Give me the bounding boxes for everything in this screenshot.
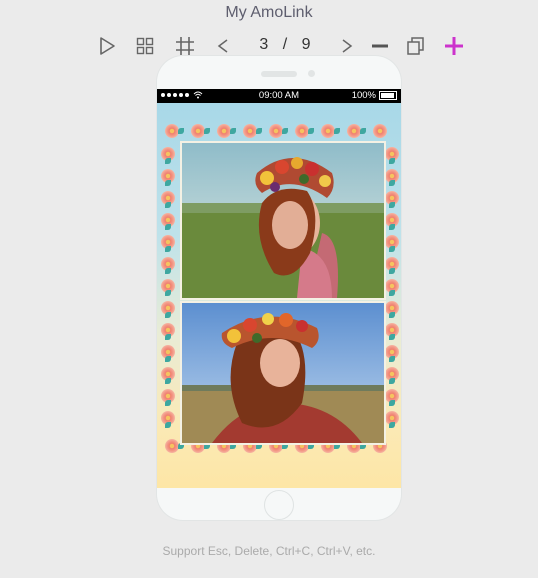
photo-girl-flower-crown-1[interactable] — [180, 141, 386, 300]
leaf-decoration — [389, 158, 395, 164]
home-button — [264, 490, 294, 520]
leaf-decoration — [389, 290, 395, 296]
minus-icon — [372, 44, 388, 48]
flower-decoration — [165, 124, 179, 138]
flower-decoration — [295, 124, 309, 138]
chevron-right-icon — [342, 39, 353, 53]
flower-decoration — [243, 124, 257, 138]
leaf-decoration — [308, 128, 314, 134]
shortcut-hint: Support Esc, Delete, Ctrl+C, Ctrl+V, etc… — [162, 544, 376, 558]
leaf-decoration — [389, 378, 395, 384]
leaf-decoration — [178, 128, 184, 134]
flower-decoration — [347, 124, 361, 138]
leaf-decoration — [389, 334, 395, 340]
flower-decoration — [269, 124, 283, 138]
page-indicator: 3 / 9 — [255, 36, 315, 54]
leaf-decoration — [389, 224, 395, 230]
leaf-decoration — [165, 202, 171, 208]
battery-icon — [379, 91, 397, 100]
battery-percent: 100% — [351, 90, 376, 101]
phone-camera — [308, 70, 315, 77]
flower-decoration — [321, 124, 335, 138]
leaf-decoration — [165, 312, 171, 318]
photo-girl-flower-crown-2[interactable] — [180, 301, 386, 445]
flower-decoration — [191, 124, 205, 138]
chevron-left-icon — [217, 39, 228, 53]
leaf-decoration — [334, 128, 340, 134]
remove-page-button[interactable] — [369, 34, 391, 58]
add-page-button[interactable] — [443, 34, 465, 58]
flower-decoration — [165, 439, 179, 453]
leaf-decoration — [165, 268, 171, 274]
play-button[interactable] — [95, 34, 119, 58]
leaf-decoration — [230, 128, 236, 134]
leaf-decoration — [389, 312, 395, 318]
flower-decoration — [373, 124, 387, 138]
leaf-decoration — [165, 422, 171, 428]
page-separator: / — [282, 36, 288, 53]
leaf-decoration — [165, 400, 171, 406]
app-title: My AmoLink — [225, 4, 313, 21]
leaf-decoration — [165, 334, 171, 340]
phone-speaker — [261, 71, 297, 77]
layout-grid-button[interactable] — [173, 34, 197, 58]
phone-screen[interactable]: 09:00 AM 100% — [157, 89, 401, 488]
leaf-decoration — [165, 246, 171, 252]
hash-grid-icon — [176, 37, 194, 55]
next-page-button[interactable] — [337, 34, 357, 58]
leaf-decoration — [389, 268, 395, 274]
leaf-decoration — [389, 180, 395, 186]
previous-page-button[interactable] — [213, 34, 233, 58]
leaf-decoration — [165, 158, 171, 164]
page-canvas[interactable] — [157, 103, 401, 488]
current-page: 3 — [259, 36, 269, 53]
leaf-decoration — [389, 356, 395, 362]
leaf-decoration — [165, 290, 171, 296]
leaf-decoration — [389, 422, 395, 428]
toolbar: 3 / 9 — [95, 34, 465, 58]
leaf-decoration — [360, 128, 366, 134]
leaf-decoration — [256, 128, 262, 134]
leaf-decoration — [389, 202, 395, 208]
photo-image — [182, 303, 384, 443]
copy-icon — [407, 37, 424, 55]
battery-indicator: 100% — [352, 90, 397, 101]
plus-icon — [445, 37, 463, 55]
flower-decoration — [217, 124, 231, 138]
leaf-decoration — [282, 128, 288, 134]
leaf-decoration — [165, 224, 171, 230]
grid-view-button[interactable] — [133, 34, 157, 58]
photo-image — [182, 143, 384, 298]
duplicate-page-button[interactable] — [405, 34, 427, 58]
status-bar: 09:00 AM 100% — [157, 89, 401, 103]
grid-icon — [136, 37, 154, 55]
leaf-decoration — [165, 180, 171, 186]
leaf-decoration — [165, 378, 171, 384]
total-pages: 9 — [301, 36, 311, 53]
leaf-decoration — [165, 356, 171, 362]
leaf-decoration — [204, 128, 210, 134]
play-icon — [100, 37, 115, 55]
leaf-decoration — [389, 246, 395, 252]
leaf-decoration — [389, 400, 395, 406]
